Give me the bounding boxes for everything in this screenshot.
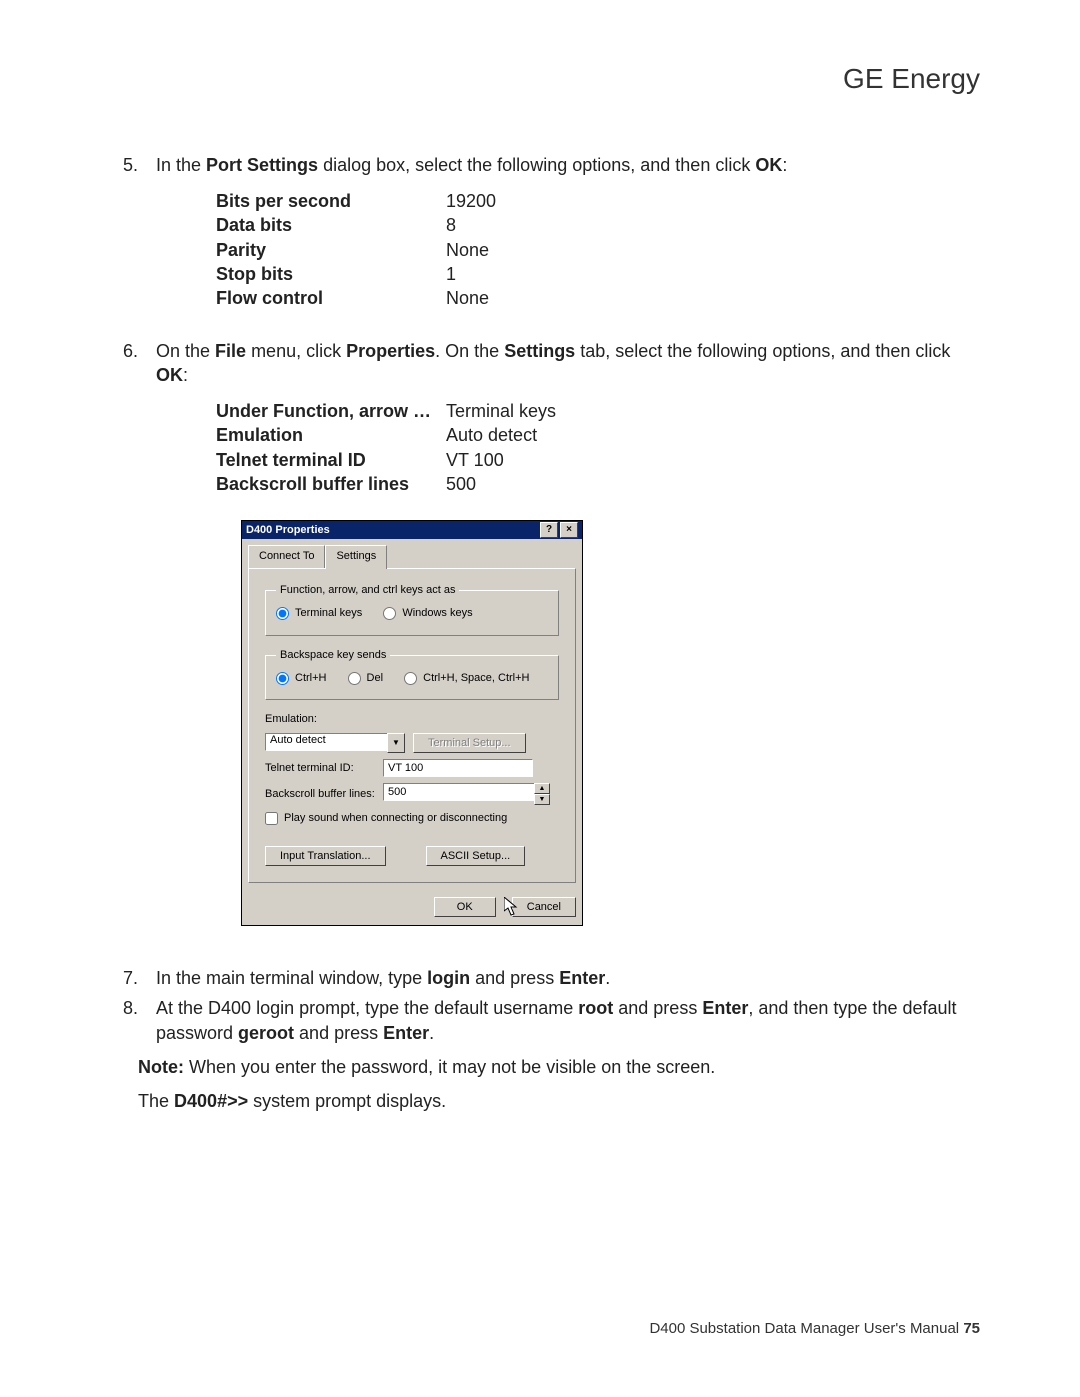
radio-ctrlh[interactable]: Ctrl+H — [276, 671, 326, 686]
text: . — [429, 1023, 434, 1043]
function-keys-group: Function, arrow, and ctrl keys act as Te… — [265, 583, 559, 636]
step-number: 5. — [110, 153, 138, 333]
table-row: Stop bits1 — [216, 262, 970, 286]
emulation-value: Auto detect — [265, 733, 387, 751]
note: Note: When you enter the password, it ma… — [138, 1055, 970, 1079]
input-translation-button[interactable]: Input Translation... — [265, 846, 386, 866]
spin-up-icon[interactable]: ▲ — [534, 783, 550, 794]
text: At the D400 login prompt, type the defau… — [156, 998, 578, 1018]
backscroll-input[interactable] — [383, 783, 534, 801]
emulation-label: Emulation: — [265, 712, 317, 727]
group-legend: Backspace key sends — [276, 648, 390, 663]
text: and press — [613, 998, 702, 1018]
table-row: Backscroll buffer lines500 — [216, 472, 970, 496]
step-number: 8. — [110, 996, 138, 1045]
table-row: Under Function, arrow …Terminal keys — [216, 399, 970, 423]
telnet-id-input[interactable] — [383, 759, 533, 777]
bold: Enter — [383, 1023, 429, 1043]
bold: geroot — [238, 1023, 294, 1043]
table-row: EmulationAuto detect — [216, 423, 970, 447]
note-label: Note: — [138, 1057, 184, 1077]
text: . — [605, 968, 610, 988]
tab-settings[interactable]: Settings — [325, 545, 387, 569]
radio-terminal-keys[interactable]: Terminal keys — [276, 606, 362, 621]
step-8: 8. At the D400 login prompt, type the de… — [110, 996, 970, 1045]
titlebar: D400 Properties ? × — [242, 521, 582, 539]
play-sound-checkbox[interactable]: Play sound when connecting or disconnect… — [265, 811, 507, 826]
bold: OK — [156, 365, 183, 385]
table-row: Telnet terminal IDVT 100 — [216, 448, 970, 472]
bold: Enter — [702, 998, 748, 1018]
step-number: 6. — [110, 339, 138, 961]
brand-header: GE Energy — [110, 60, 980, 98]
radio-windows-keys[interactable]: Windows keys — [383, 606, 472, 621]
note-text: When you enter the password, it may not … — [184, 1057, 715, 1077]
bold: login — [427, 968, 470, 988]
text: menu, click — [246, 341, 346, 361]
table-row: ParityNone — [216, 238, 970, 262]
emulation-select[interactable]: Auto detect ▼ — [265, 733, 405, 753]
backspace-group: Backspace key sends Ctrl+H Del Ctrl+H, S… — [265, 648, 559, 701]
bold: Enter — [559, 968, 605, 988]
table-row: Data bits8 — [216, 213, 970, 237]
terminal-setup-button: Terminal Setup... — [413, 733, 526, 753]
step-number: 7. — [110, 966, 138, 990]
page-number: 75 — [963, 1320, 980, 1337]
settings-panel: Function, arrow, and ctrl keys act as Te… — [248, 568, 576, 883]
text: In the main terminal window, type — [156, 968, 427, 988]
text: tab, select the following options, and t… — [575, 341, 950, 361]
text: and press — [470, 968, 559, 988]
backscroll-label: Backscroll buffer lines: — [265, 787, 375, 802]
bold: Settings — [504, 341, 575, 361]
ascii-setup-button[interactable]: ASCII Setup... — [426, 846, 526, 866]
text: In the — [156, 155, 206, 175]
tail-text: The D400#>> system prompt displays. — [138, 1089, 970, 1113]
spin-down-icon[interactable]: ▼ — [534, 794, 550, 805]
text: : — [183, 365, 188, 385]
page-footer: D400 Substation Data Manager User's Manu… — [649, 1320, 980, 1337]
bold: Port Settings — [206, 155, 318, 175]
step-6: 6. On the File menu, click Properties. O… — [110, 339, 970, 961]
chevron-down-icon[interactable]: ▼ — [387, 733, 405, 753]
bold: File — [215, 341, 246, 361]
cancel-button[interactable]: Cancel — [512, 897, 576, 917]
text: : — [782, 155, 787, 175]
footer-text: D400 Substation Data Manager User's Manu… — [649, 1320, 963, 1337]
ok-button[interactable]: OK — [434, 897, 496, 917]
settings-table: Under Function, arrow …Terminal keys Emu… — [216, 399, 970, 496]
text: On the — [156, 341, 215, 361]
backscroll-spinner[interactable]: ▲▼ — [383, 783, 533, 805]
telnet-id-label: Telnet terminal ID: — [265, 761, 375, 776]
text: and press — [294, 1023, 383, 1043]
bold: Properties — [346, 341, 435, 361]
tab-connect-to[interactable]: Connect To — [248, 545, 325, 568]
dialog-title: D400 Properties — [246, 523, 330, 538]
close-icon[interactable]: × — [560, 522, 578, 538]
table-row: Bits per second19200 — [216, 189, 970, 213]
table-row: Flow controlNone — [216, 286, 970, 310]
bold: OK — [755, 155, 782, 175]
port-settings-table: Bits per second19200 Data bits8 ParityNo… — [216, 189, 970, 310]
step-7: 7. In the main terminal window, type log… — [110, 966, 970, 990]
radio-del[interactable]: Del — [348, 671, 384, 686]
bold: root — [578, 998, 613, 1018]
properties-dialog: D400 Properties ? × Connect To Settings — [241, 520, 583, 926]
group-legend: Function, arrow, and ctrl keys act as — [276, 583, 459, 598]
step-5: 5. In the Port Settings dialog box, sele… — [110, 153, 970, 333]
text: . On the — [435, 341, 504, 361]
help-icon[interactable]: ? — [540, 522, 558, 538]
radio-ctrlh-space[interactable]: Ctrl+H, Space, Ctrl+H — [404, 671, 529, 686]
text: dialog box, select the following options… — [318, 155, 755, 175]
